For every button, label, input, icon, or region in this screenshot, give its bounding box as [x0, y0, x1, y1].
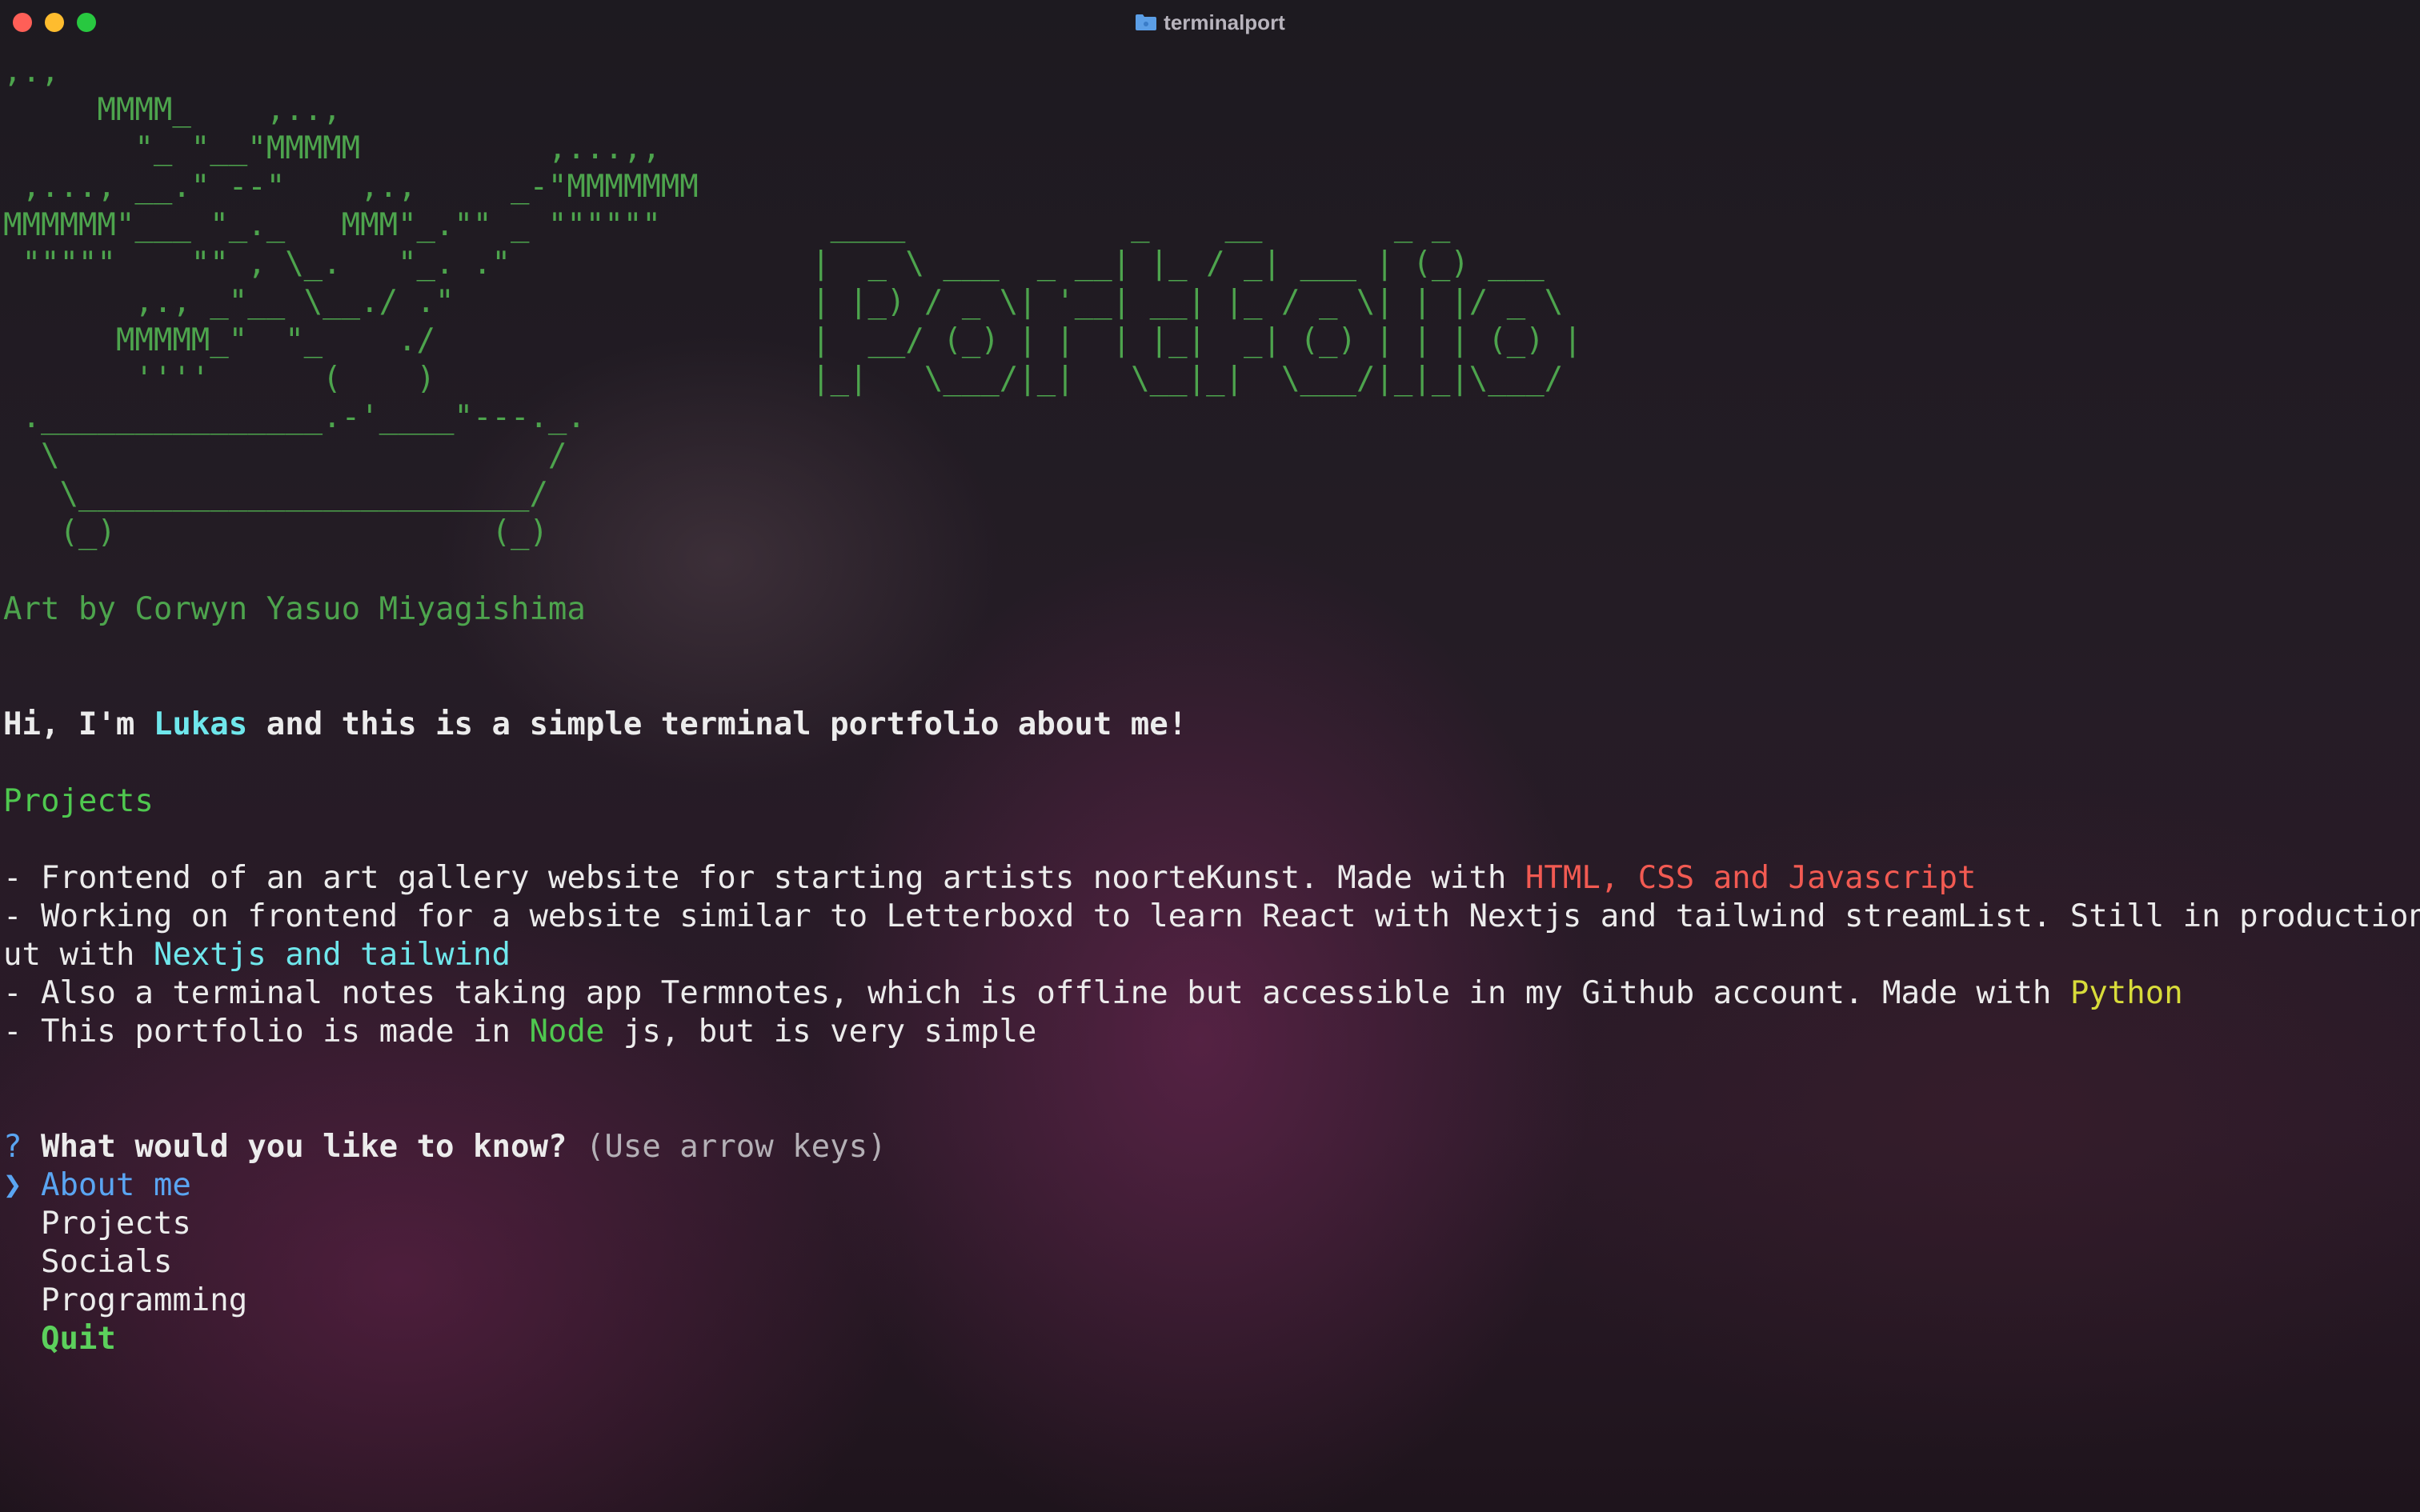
bonsai-ascii-art: ,., MMMM_ ,.., "_ "__"MMMMM ,...,, ,...,… [3, 54, 1582, 627]
menu-option-programming[interactable]: Programming [41, 1282, 247, 1318]
window-controls [13, 13, 96, 32]
menu-prompt: ? What would you like to know? (Use arro… [3, 1129, 887, 1165]
menu-option-socials[interactable]: Socials [41, 1244, 172, 1280]
intro-line: Hi, I'm Lukas and this is a simple termi… [3, 706, 1188, 742]
projects-heading: Projects [3, 783, 154, 819]
terminal-window: terminalport ,., MMMM_ ,.., "_ "__"MMMMM… [0, 0, 2420, 1512]
project-item-2: - Working on frontend for a website simi… [3, 898, 2420, 973]
portfolio-ascii-logo-3: | __/ (_) | | | |_| _| (_) | | | (_) | [811, 322, 1582, 358]
project-item-3: - Also a terminal notes taking app Termn… [3, 975, 2183, 1011]
portfolio-ascii-logo-2: | |_) / _ \| '__| __| |_ / _ \| | |/ _ \ [811, 284, 1564, 320]
prompt-question: What would you like to know? [40, 1129, 567, 1165]
portfolio-ascii-logo-0: ____ _ __ _ _ [811, 207, 1451, 243]
project-item-1: - Frontend of an art gallery website for… [3, 860, 1977, 896]
art-credit: Art by Corwyn Yasuo Miyagishima [3, 591, 586, 627]
project-4-tech: Node [529, 1014, 605, 1050]
project-3-tech: Python [2069, 975, 2183, 1011]
intro-name: Lukas [153, 706, 248, 742]
minimize-window-button[interactable] [45, 13, 64, 32]
title-bar: terminalport [0, 0, 2420, 45]
close-window-button[interactable] [13, 13, 32, 32]
project-1-tech: HTML, CSS and Javascript [1525, 860, 1977, 896]
portfolio-ascii-logo-4: |_| \___/|_| \__|_| \___/|_|_|\___/ [811, 361, 1564, 397]
menu-option-quit[interactable]: Quit [41, 1321, 116, 1357]
portfolio-ascii-logo-1: | _ \ ___ _ __| |_ / _| ___ | (_) ___ [811, 246, 1545, 282]
prompt-hint: (Use arrow keys) [585, 1129, 887, 1165]
question-mark-icon: ? [3, 1129, 22, 1165]
zoom-window-button[interactable] [77, 13, 96, 32]
project-item-4: - This portfolio is made in Node js, but… [3, 1014, 1037, 1050]
project-2-tech: Nextjs and tailwind [153, 937, 511, 973]
window-title-text: terminalport [1164, 10, 1285, 34]
terminal-output: ,., MMMM_ ,.., "_ "__"MMMMM ,...,, ,...,… [3, 53, 2420, 1358]
menu-option-about-me[interactable]: ❯ About me [3, 1167, 191, 1203]
pointer-icon: ❯ [3, 1167, 22, 1203]
folder-icon [1136, 14, 1157, 30]
menu-option-projects[interactable]: Projects [41, 1206, 191, 1242]
window-title: terminalport [1135, 10, 1285, 35]
